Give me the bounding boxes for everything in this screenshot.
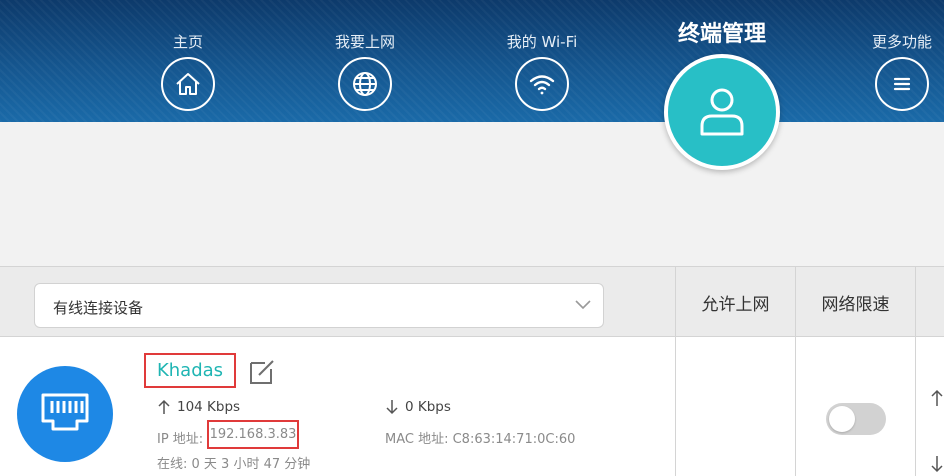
row-divider xyxy=(675,337,676,476)
chevron-down-icon xyxy=(575,300,591,310)
download-speed: 0 Kbps xyxy=(385,399,451,415)
nav-item-more[interactable]: 更多功能 xyxy=(822,0,944,111)
arrow-down-icon xyxy=(386,400,398,415)
device-avatar xyxy=(17,366,113,462)
speed-limit-toggle[interactable] xyxy=(826,403,886,435)
column-header-speed-limit: 网络限速 xyxy=(795,267,915,337)
device-name-link[interactable]: Khadas xyxy=(144,353,236,388)
arrow-up-icon xyxy=(931,389,943,406)
globe-icon xyxy=(338,57,392,111)
nav-label-home: 主页 xyxy=(172,33,203,51)
nav-label-terminal-management: 终端管理 xyxy=(677,22,766,47)
upload-speed: 104 Kbps xyxy=(157,399,240,415)
nav-item-home[interactable]: 主页 xyxy=(108,0,268,111)
online-duration: 在线: 0 天 3 小时 47 分钟 xyxy=(157,457,311,472)
arrow-down-icon xyxy=(931,456,943,473)
arrow-up-icon xyxy=(158,399,170,414)
device-type-select[interactable]: 有线连接设备 xyxy=(34,283,604,328)
top-navigation-bar: 主页 我要上网 我的 Wi-Fi 更多功能 终端管理 xyxy=(0,0,944,122)
nav-item-internet[interactable]: 我要上网 xyxy=(285,0,445,111)
ip-address-value: 192.168.3.83 xyxy=(207,420,299,449)
edit-icon[interactable] xyxy=(248,358,276,386)
nav-label-more: 更多功能 xyxy=(871,33,932,51)
toggle-knob xyxy=(829,406,855,432)
nav-item-terminal-management[interactable] xyxy=(664,54,780,170)
row-divider xyxy=(915,337,916,476)
download-speed-value: 0 Kbps xyxy=(405,399,451,415)
nav-label-wifi: 我的 Wi-Fi xyxy=(506,33,578,51)
column-header-extra xyxy=(915,267,944,337)
device-table-header: 有线连接设备 允许上网 网络限速 xyxy=(0,266,944,337)
table-row: Khadas 104 Kbps 0 Kbps IP 地址: 192.168.3.… xyxy=(0,337,944,476)
upload-speed-value: 104 Kbps xyxy=(177,399,241,415)
mac-address: MAC 地址: C8:63:14:71:0C:60 xyxy=(385,432,576,447)
home-icon xyxy=(161,57,215,111)
row-divider xyxy=(795,337,796,476)
ip-label: IP 地址: xyxy=(157,432,204,447)
user-icon xyxy=(700,88,744,136)
wifi-icon xyxy=(515,57,569,111)
nav-label-internet: 我要上网 xyxy=(334,33,395,51)
device-type-select-value: 有线连接设备 xyxy=(53,299,144,317)
ethernet-port-icon xyxy=(41,393,89,431)
column-header-allow-internet: 允许上网 xyxy=(675,267,795,337)
menu-icon xyxy=(875,57,929,111)
nav-item-wifi[interactable]: 我的 Wi-Fi xyxy=(462,0,622,111)
